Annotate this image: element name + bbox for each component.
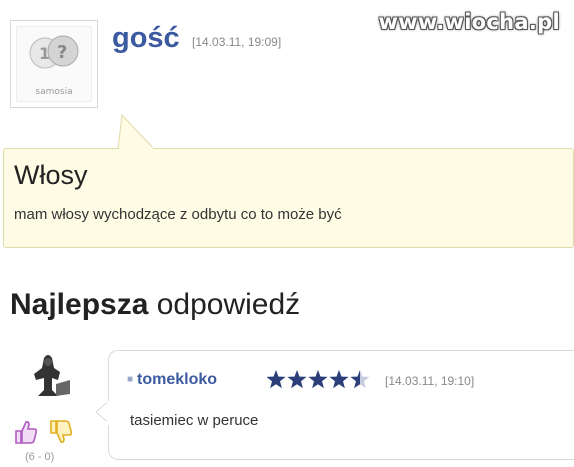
watermark: www.wiocha.pl [378, 10, 560, 34]
vote-count: (6 - 0) [25, 451, 55, 463]
thumb-down-icon[interactable] [48, 418, 74, 446]
asker-avatar[interactable]: 1 ? samosia [10, 20, 98, 108]
question-bubble [3, 148, 574, 248]
question-title: Włosy [14, 160, 88, 190]
bubble-tail [117, 113, 155, 150]
question-date: [14.03.11, 19:09] [192, 35, 282, 49]
answerer-name-text: tomekloko [137, 371, 218, 388]
asker-name[interactable]: gość [112, 22, 180, 55]
rating-stars [266, 370, 370, 389]
avatar-brand: samosia [35, 87, 73, 97]
avatar-question-icon: 1 ? [29, 35, 79, 69]
answer-tail-join [107, 401, 111, 425]
best-answer-heading-rest: odpowiedź [148, 288, 301, 321]
answerer-avatar[interactable] [22, 350, 74, 400]
best-answer-heading: Najlepsza odpowiedź [10, 288, 300, 322]
bubble-tail-join [119, 147, 153, 151]
bullet-icon: ■ [127, 374, 134, 385]
answer-date: [14.03.11, 19:10] [385, 374, 475, 388]
best-answer-heading-bold: Najlepsza [10, 288, 149, 321]
svg-text:1: 1 [39, 44, 50, 63]
thumb-up-icon[interactable] [13, 418, 39, 446]
svg-text:?: ? [57, 42, 67, 63]
rating-star-fill [329, 370, 349, 389]
rating-star-fill [287, 370, 307, 389]
answer-text: tasiemiec w peruce [130, 412, 259, 429]
rating-star-fill [308, 370, 328, 389]
answer-box [108, 350, 574, 460]
question-body: mam włosy wychodzące z odbytu co to może… [14, 206, 342, 223]
rating-star-fill [266, 370, 286, 389]
answerer-name[interactable]: ■ tomekloko [127, 371, 217, 389]
